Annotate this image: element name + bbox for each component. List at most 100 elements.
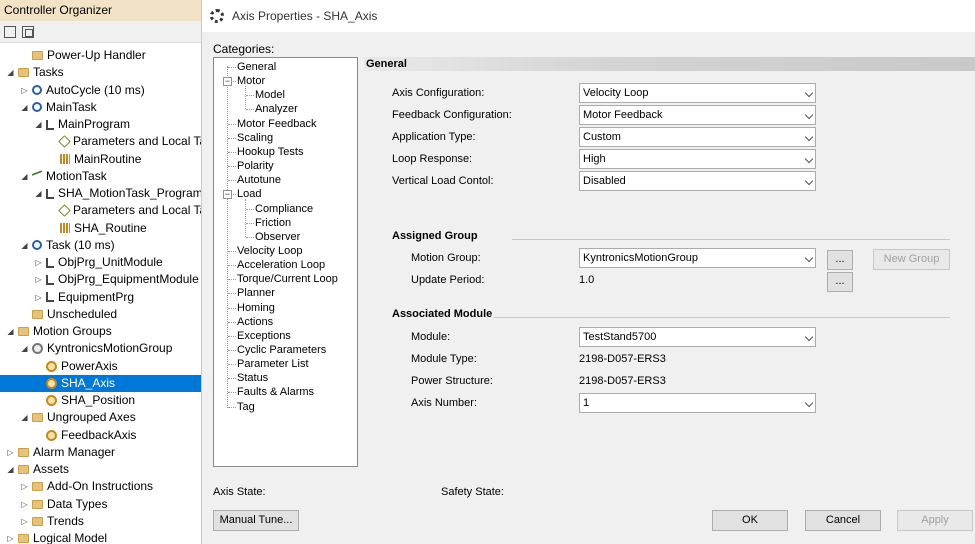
loop-response-select[interactable]: High	[579, 149, 816, 169]
ok-button[interactable]: OK	[712, 510, 788, 531]
organizer-tree-item[interactable]: ▷ AutoCycle (10 ms)	[20, 82, 144, 99]
organizer-tree-item[interactable]: SHA_Position	[34, 392, 135, 409]
clock-icon	[32, 102, 42, 113]
category-item[interactable]: Load	[237, 187, 261, 201]
organizer-tree-item[interactable]: ◢ Task (10 ms)	[20, 237, 114, 254]
tree-item-label: Power-Up Handler	[47, 48, 146, 62]
organizer-tree-item[interactable]: ▷ EquipmentPrg	[34, 289, 134, 306]
collapse-icon[interactable]: ◢	[20, 340, 29, 357]
collapse-icon[interactable]: ◢	[6, 64, 15, 81]
organizer-tree-item[interactable]: Parameters and Local Tags	[48, 202, 201, 219]
collapse-icon[interactable]: −	[223, 77, 232, 87]
organizer-view-icon[interactable]	[22, 25, 34, 38]
expand-icon[interactable]: ▷	[20, 82, 29, 99]
category-item[interactable]: Analyzer	[255, 102, 298, 116]
organizer-tree-item[interactable]: SHA_Routine	[48, 220, 147, 237]
motion-group-select[interactable]: KyntronicsMotionGroup	[579, 248, 816, 268]
collapse-icon[interactable]: ◢	[34, 116, 43, 133]
organizer-tree-item[interactable]: ▷ Trends	[20, 513, 83, 530]
category-item[interactable]: Compliance	[255, 202, 313, 216]
collapse-icon[interactable]: ◢	[20, 409, 29, 426]
collapse-all-icon[interactable]	[4, 25, 16, 38]
organizer-tree-item[interactable]: PowerAxis	[34, 358, 118, 375]
category-item[interactable]: Tag	[237, 400, 255, 414]
category-item[interactable]: General	[237, 60, 276, 74]
category-item[interactable]: Actions	[237, 315, 273, 329]
organizer-tree-item[interactable]: FeedbackAxis	[34, 427, 136, 444]
category-item[interactable]: Velocity Loop	[237, 244, 302, 258]
collapse-icon[interactable]: ◢	[6, 323, 15, 340]
category-item[interactable]: Faults & Alarms	[237, 385, 314, 399]
organizer-tree-item[interactable]: Parameters and Local Tags	[48, 133, 201, 150]
collapse-icon[interactable]: −	[223, 190, 232, 200]
expand-icon[interactable]: ▷	[6, 444, 15, 461]
axis-number-select[interactable]: 1	[579, 393, 816, 413]
organizer-tree-item[interactable]: ▷ ObjPrg_EquipmentModule	[34, 271, 198, 288]
category-item[interactable]: Planner	[237, 286, 275, 300]
feedback-configuration-select[interactable]: Motor Feedback	[579, 105, 816, 125]
category-item[interactable]: Exceptions	[237, 329, 291, 343]
expand-icon[interactable]: ▷	[34, 271, 43, 288]
organizer-tree-item[interactable]: ▷ Data Types	[20, 496, 107, 513]
collapse-icon[interactable]: ◢	[20, 237, 29, 254]
organizer-tree-item[interactable]: ◢ SHA_MotionTask_Program	[34, 185, 201, 202]
organizer-tree-item[interactable]: MainRoutine	[48, 151, 141, 168]
motion-group-browse-button[interactable]: ...	[827, 250, 853, 270]
category-item[interactable]: Cyclic Parameters	[237, 343, 326, 357]
collapse-icon[interactable]: ◢	[6, 461, 15, 478]
category-item[interactable]: Hookup Tests	[237, 145, 303, 159]
organizer-tree-item[interactable]: ◢ Motion Groups	[6, 323, 111, 340]
category-item[interactable]: Status	[237, 371, 268, 385]
vertical-load-select[interactable]: Disabled	[579, 171, 816, 191]
update-period-browse-button[interactable]: ...	[827, 272, 853, 292]
organizer-tree-item[interactable]: Unscheduled	[20, 306, 117, 323]
category-item[interactable]: Motor Feedback	[237, 117, 316, 131]
category-item[interactable]: Friction	[255, 216, 291, 230]
tree-item-label: Alarm Manager	[33, 444, 116, 459]
organizer-tree-item[interactable]: ◢ KyntronicsMotionGroup	[20, 340, 172, 357]
category-item[interactable]: Polarity	[237, 159, 274, 173]
dialog-title: Axis Properties - SHA_Axis	[232, 9, 378, 23]
expand-icon[interactable]: ▷	[34, 254, 43, 271]
axis-configuration-select[interactable]: Velocity Loop	[579, 83, 816, 103]
organizer-tree-item[interactable]: ◢ Assets	[6, 461, 69, 478]
expand-icon[interactable]: ▷	[20, 496, 29, 513]
organizer-tree-item[interactable]: ◢ MainProgram	[34, 116, 130, 133]
category-item[interactable]: Acceleration Loop	[237, 258, 325, 272]
manual-tune-button[interactable]: Manual Tune...	[213, 510, 299, 531]
category-item[interactable]: Homing	[237, 301, 275, 315]
organizer-tree-item[interactable]: ▷ ObjPrg_UnitModule	[34, 254, 162, 271]
category-item[interactable]: Motor	[237, 74, 265, 88]
organizer-tree-item[interactable]: ◢ Tasks	[6, 64, 64, 81]
general-header: General	[364, 57, 975, 71]
module-select[interactable]: TestStand5700	[579, 327, 816, 347]
collapse-icon[interactable]: ◢	[20, 99, 29, 116]
collapse-icon[interactable]: ◢	[34, 185, 43, 202]
apply-button[interactable]: Apply	[897, 510, 973, 531]
category-item[interactable]: Autotune	[237, 173, 281, 187]
expand-icon[interactable]: ▷	[20, 478, 29, 495]
organizer-tree-item[interactable]: ▷ Alarm Manager	[6, 444, 115, 461]
organizer-tree-item[interactable]: ▷ Add-On Instructions	[20, 478, 153, 495]
cancel-button[interactable]: Cancel	[805, 510, 881, 531]
organizer-tree-item[interactable]: Power-Up Handler	[20, 47, 146, 64]
category-item[interactable]: Torque/Current Loop	[237, 272, 338, 286]
tree-item-label: Tasks	[33, 65, 64, 80]
expand-icon[interactable]: ▷	[6, 530, 15, 544]
organizer-tree-item[interactable]: ◢ Ungrouped Axes	[20, 409, 135, 426]
expand-icon[interactable]: ▷	[34, 289, 43, 306]
folder-icon	[32, 482, 43, 492]
organizer-tree-item[interactable]: ▷ Logical Model	[6, 530, 107, 544]
category-item[interactable]: Observer	[255, 230, 300, 244]
category-item[interactable]: Model	[255, 88, 285, 102]
organizer-tree-item[interactable]: SHA_Axis	[0, 374, 201, 392]
chevron-down-icon	[804, 398, 814, 408]
application-type-select[interactable]: Custom	[579, 127, 816, 147]
organizer-tree-item[interactable]: ◢ MotionTask	[20, 168, 106, 185]
collapse-icon[interactable]: ◢	[20, 168, 29, 185]
expand-icon[interactable]: ▷	[20, 513, 29, 530]
category-item[interactable]: Parameter List	[237, 357, 309, 371]
category-item[interactable]: Scaling	[237, 131, 273, 145]
new-group-button[interactable]: New Group	[873, 249, 950, 270]
organizer-tree-item[interactable]: ◢ MainTask	[20, 99, 96, 116]
